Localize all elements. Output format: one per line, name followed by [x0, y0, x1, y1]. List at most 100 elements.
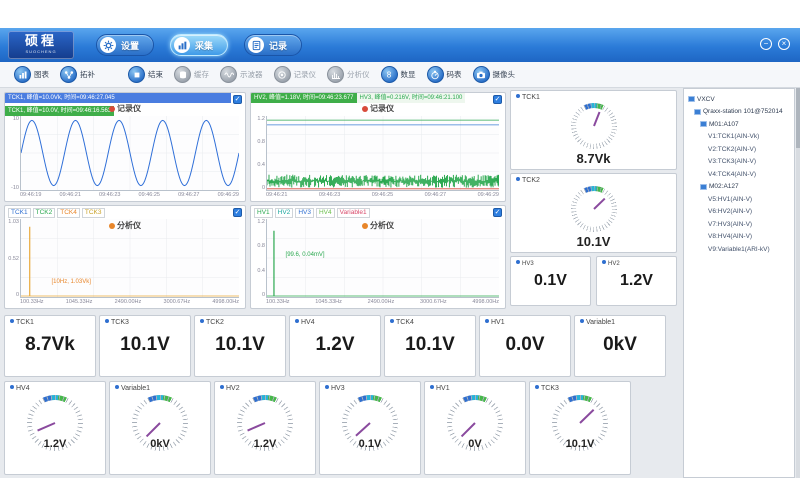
device-tree: VXCV Qraxx-station 101@752014 M01:A107 V… [683, 88, 795, 478]
close-icon[interactable]: × [778, 38, 790, 50]
database-icon [174, 66, 191, 83]
acquire-button[interactable]: 采集 [170, 34, 228, 56]
app-logo: 硕程 SUOCHENG [8, 31, 74, 59]
record-button[interactable]: 记录 [244, 34, 302, 56]
toolbar-item-oscilloscope[interactable]: 示波器 [220, 66, 263, 83]
toolbar-item-recorder[interactable]: 记录仪 [274, 66, 317, 83]
display-label: HV2 [597, 257, 676, 269]
tree-item-channel-v6[interactable]: V6:HV2(AIN-V) [686, 206, 792, 219]
settings-button[interactable]: 设置 [96, 34, 154, 56]
display-label: Variable1 [575, 316, 665, 328]
scrollbar[interactable] [796, 88, 800, 478]
chart-icon [14, 66, 31, 83]
panel-checkbox[interactable]: ✓ [493, 95, 502, 104]
panel-checkbox[interactable]: ✓ [233, 95, 242, 104]
tree-item-channel-v2[interactable]: V2:TCK2(AIN-V) [686, 143, 792, 156]
tab-hv2[interactable]: HV2 [275, 208, 294, 218]
gauge-panel-variable1: Variable1 0kV [109, 381, 211, 475]
display-label: HV1 [480, 316, 570, 328]
toolbar-item-cache[interactable]: 缓存 [174, 66, 209, 83]
toolbar-item-meter[interactable]: 码表 [427, 66, 462, 83]
tree-item-channel-v8[interactable]: V8:HV4(AIN-V) [686, 231, 792, 244]
cursor-annotation: [10Hz, 1.03Vk] [52, 279, 91, 285]
tab-tck2[interactable]: TCK2 [33, 208, 56, 218]
main-area: ✓ TCK1, 峰值=10.0Vk, 时间=09:46:27.045 TCK1,… [0, 88, 800, 478]
panel-checkbox[interactable]: ✓ [233, 208, 242, 217]
camera-icon [473, 66, 490, 83]
display-label: HV4 [290, 316, 380, 328]
channel-dot-icon [390, 319, 394, 323]
tree-item-channel-v9[interactable]: V9:Variable1(ARI-kV) [686, 243, 792, 256]
gauge-value: 1.2V [215, 438, 315, 450]
recorder1-chart [21, 116, 239, 190]
scrollbar-thumb[interactable] [796, 88, 800, 148]
numeric-display-hv1: HV1 0.0V [479, 315, 571, 377]
analyzer1-plot: [10Hz, 1.03Vk] [20, 219, 239, 298]
legend-entry: HV2, 峰值=1.18V, 时间=09:46:23.677 [251, 93, 357, 103]
tab-tck4[interactable]: TCK4 [57, 208, 80, 218]
numeric-display-tck1: TCK1 8.7Vk [4, 315, 96, 377]
display-value: 8.7Vk [5, 334, 95, 356]
tree-item-station[interactable]: Qraxx-station 101@752014 [686, 106, 792, 119]
tree-item-module-m02[interactable]: M02:A127 [686, 181, 792, 194]
tab-hv4[interactable]: HV4 [316, 208, 335, 218]
stop-icon [128, 66, 145, 83]
tree-item-root[interactable]: VXCV [686, 93, 792, 106]
cursor-annotation: [99.6, 0.04mV] [286, 252, 325, 258]
channel-dot-icon [430, 385, 434, 389]
gauge-label: HV4 [5, 382, 105, 394]
display-label: TCK3 [100, 316, 190, 328]
toolbar-item-stop[interactable]: 结束 [128, 66, 163, 83]
legend-entry: HV3, 峰值=0.216V, 时间=09:46:21.100 [357, 93, 466, 103]
numeric-display-tck2: TCK2 10.1V [194, 315, 286, 377]
gear-icon [100, 37, 116, 53]
tab-hv1[interactable]: HV1 [254, 208, 273, 218]
tree-item-channel-v1[interactable]: V1:TCK1(AIN-Vk) [686, 131, 792, 144]
toolbar-item-camera[interactable]: 摄像头 [473, 66, 516, 83]
gauge-label: HV2 [215, 382, 315, 394]
recorder-panel-2: ✓ HV2, 峰值=1.18V, 时间=09:46:23.677 HV3, 峰值… [250, 92, 506, 202]
channel-dot-icon [602, 260, 606, 264]
analyzer1-chart [21, 219, 239, 297]
toolbar-item-digital-display[interactable]: 8 数显 [381, 66, 416, 83]
gauge-label: Variable1 [110, 382, 210, 394]
tab-hv3[interactable]: HV3 [295, 208, 314, 218]
tab-variable1[interactable]: Variable1 [337, 208, 370, 218]
channel-dot-icon [220, 385, 224, 389]
toolbar: 图表 拓补 结束 缓存 示波器 记录仪 分析仪 8 数显 [0, 62, 800, 88]
recorder2-chart [267, 116, 499, 190]
tree-item-channel-v7[interactable]: V7:HV3(AIN-V) [686, 218, 792, 231]
toolbar-item-chart[interactable]: 图表 [14, 66, 49, 83]
gauge-value: 0.1V [320, 438, 420, 450]
gauge-dial [571, 103, 617, 149]
analyzer1-tabs: TCK1 TCK2 TCK4 TCK3 [8, 208, 105, 218]
logo-subtext: SUOCHENG [8, 50, 74, 54]
gauge-panel-tck3: TCK3 10.1V [529, 381, 631, 475]
numeric-display-tck4: TCK4 10.1V [384, 315, 476, 377]
gauge-value: 0kV [110, 438, 210, 450]
topology-icon [60, 66, 77, 83]
x-axis-ticks: 100.33Hz1045.33Hz2490.00Hz3000.67Hz4998.… [266, 299, 499, 307]
numeric-display-tck3: TCK3 10.1V [99, 315, 191, 377]
tree-item-module-m01[interactable]: M01:A107 [686, 118, 792, 131]
channel-dot-icon [105, 319, 109, 323]
x-axis-ticks: 09:46:2109:46:2309:46:2509:46:2709:46:29 [266, 192, 499, 200]
recorder-panel-1: ✓ TCK1, 峰值=10.0Vk, 时间=09:46:27.045 TCK1,… [4, 92, 246, 202]
tab-tck3[interactable]: TCK3 [82, 208, 105, 218]
stopwatch-icon [427, 66, 444, 83]
toolbar-item-topology[interactable]: 拓补 [60, 66, 95, 83]
tree-item-channel-v4[interactable]: V4:TCK4(AIN-V) [686, 168, 792, 181]
window-controls: − × [760, 38, 790, 50]
gauge-panel-hv3: HV3 0.1V [319, 381, 421, 475]
toolbar-item-analyzer[interactable]: 分析仪 [327, 66, 370, 83]
display-value: 0kV [575, 334, 665, 356]
tab-tck1[interactable]: TCK1 [8, 208, 31, 218]
display-value: 10.1V [385, 334, 475, 356]
channel-dot-icon [535, 385, 539, 389]
tree-item-channel-v5[interactable]: V5:HV1(AIN-V) [686, 193, 792, 206]
minimize-icon[interactable]: − [760, 38, 772, 50]
record-label: 记录 [269, 39, 287, 52]
x-axis-ticks: 09:46:1909:46:2109:46:2309:46:2509:46:27… [20, 192, 239, 200]
tree-item-channel-v3[interactable]: V3:TCK3(AIN-V) [686, 156, 792, 169]
panel-checkbox[interactable]: ✓ [493, 208, 502, 217]
